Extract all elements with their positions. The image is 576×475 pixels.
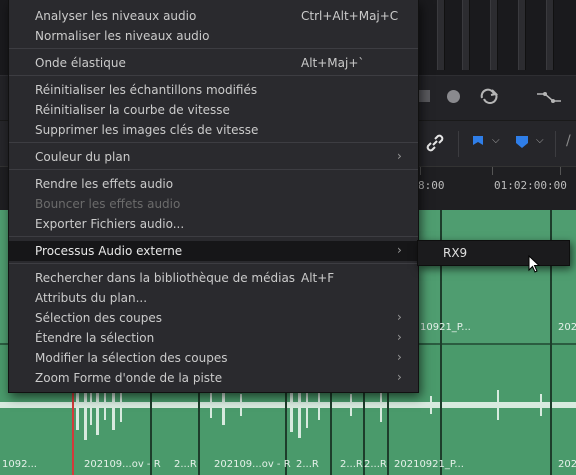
loop-icon[interactable] bbox=[478, 86, 500, 106]
shortcut-label: Ctrl+Alt+Maj+C bbox=[301, 9, 399, 23]
clip-label: 2...R bbox=[174, 459, 197, 470]
chevron-right-icon: › bbox=[397, 310, 402, 324]
clip-label: 202 bbox=[558, 322, 576, 333]
toolbar-divider bbox=[458, 131, 459, 157]
menu-separator bbox=[9, 169, 418, 170]
menu-item-reset-modified-samples[interactable]: Réinitialiser les échantillons modifiés bbox=[9, 80, 418, 100]
timecode-label: 8:00 bbox=[418, 179, 445, 192]
menu-item-extend-selection[interactable]: Étendre la sélection › bbox=[9, 328, 418, 348]
menu-item-find-in-media-pool[interactable]: Rechercher dans la bibliothèque de média… bbox=[9, 268, 418, 288]
chevron-right-icon: › bbox=[397, 370, 402, 384]
menu-item-clip-attributes[interactable]: Attributs du plan... bbox=[9, 288, 418, 308]
menu-item-elastic-wave[interactable]: Onde élastique Alt+Maj+` bbox=[9, 53, 418, 73]
clip-label: 202109...ov - R bbox=[84, 459, 161, 470]
menu-item-bounce-audio-effects: Bouncer les effets audio bbox=[35, 197, 181, 211]
menu-item-clip-color[interactable]: Couleur du plan › bbox=[9, 147, 418, 167]
fader-track[interactable] bbox=[462, 0, 470, 70]
toolbar-divider bbox=[555, 131, 556, 157]
clip-label: 20210921_P... bbox=[394, 459, 464, 470]
chevron-down-icon[interactable]: ⌵ bbox=[492, 135, 500, 146]
menu-separator bbox=[9, 263, 418, 264]
menu-item-delete-speed-keyframes[interactable]: Supprimer les images clés de vitesse bbox=[9, 120, 418, 140]
menu-separator bbox=[9, 142, 418, 143]
blade-icon[interactable]: / bbox=[566, 133, 571, 149]
menu-separator bbox=[9, 75, 418, 76]
keyframe-curve-icon[interactable] bbox=[535, 86, 565, 106]
menu-item-render-audio-effects[interactable]: Rendre les effets audio bbox=[9, 174, 418, 194]
fader-track[interactable] bbox=[490, 0, 498, 70]
external-audio-process-submenu: RX9 bbox=[417, 240, 570, 266]
fader-track[interactable] bbox=[437, 0, 445, 70]
clip-label: 1092... bbox=[2, 459, 37, 470]
fader-track[interactable] bbox=[518, 0, 526, 70]
menu-item-reset-speed-curve[interactable]: Réinitialiser la courbe de vitesse bbox=[9, 100, 418, 120]
shortcut-label: Alt+F bbox=[301, 271, 335, 285]
menu-item-export-audio-files[interactable]: Exporter Fichiers audio... bbox=[9, 214, 418, 234]
chevron-right-icon: › bbox=[397, 330, 402, 344]
chevron-right-icon: › bbox=[397, 149, 402, 163]
clip-label: 2...R bbox=[340, 459, 363, 470]
flag-icon[interactable] bbox=[472, 135, 484, 149]
menu-separator bbox=[9, 236, 418, 237]
menu-item-track-waveform-zoom[interactable]: Zoom Forme d'onde de la piste › bbox=[9, 368, 418, 388]
record-icon[interactable] bbox=[447, 90, 460, 103]
timecode-label: 01:02:00:00 bbox=[494, 179, 567, 192]
chevron-right-icon: › bbox=[397, 350, 402, 364]
chevron-down-icon[interactable]: ⌵ bbox=[536, 135, 544, 146]
menu-item-analyze-audio-levels[interactable]: Analyser les niveaux audio Ctrl+Alt+Maj+… bbox=[9, 6, 418, 26]
clip-label: 202 bbox=[558, 459, 576, 470]
marker-icon[interactable] bbox=[515, 135, 529, 149]
fader-track[interactable] bbox=[546, 0, 554, 70]
stop-icon[interactable] bbox=[418, 90, 430, 102]
menu-item-edit-selection[interactable]: Sélection des coupes › bbox=[9, 308, 418, 328]
context-menu: Analyser les niveaux audio Ctrl+Alt+Maj+… bbox=[8, 0, 419, 393]
shortcut-label: Alt+Maj+` bbox=[301, 56, 365, 70]
menu-item-normalize-audio-levels[interactable]: Normaliser les niveaux audio bbox=[9, 26, 418, 46]
clip-label: 10921_P... bbox=[420, 322, 471, 333]
menu-item-modify-edit-selection[interactable]: Modifier la sélection des coupes › bbox=[9, 348, 418, 368]
mouse-cursor-icon bbox=[528, 255, 540, 273]
chevron-right-icon: › bbox=[397, 243, 402, 257]
menu-item-external-audio-process[interactable]: Processus Audio externe › bbox=[9, 241, 418, 261]
link-icon[interactable] bbox=[425, 133, 445, 153]
submenu-item-rx9[interactable]: RX9 bbox=[443, 246, 467, 260]
clip-label: 202109...ov - R bbox=[214, 459, 291, 470]
clip-label: 2...R bbox=[296, 459, 319, 470]
menu-separator bbox=[9, 48, 418, 49]
clip-label: 2...R bbox=[364, 459, 387, 470]
